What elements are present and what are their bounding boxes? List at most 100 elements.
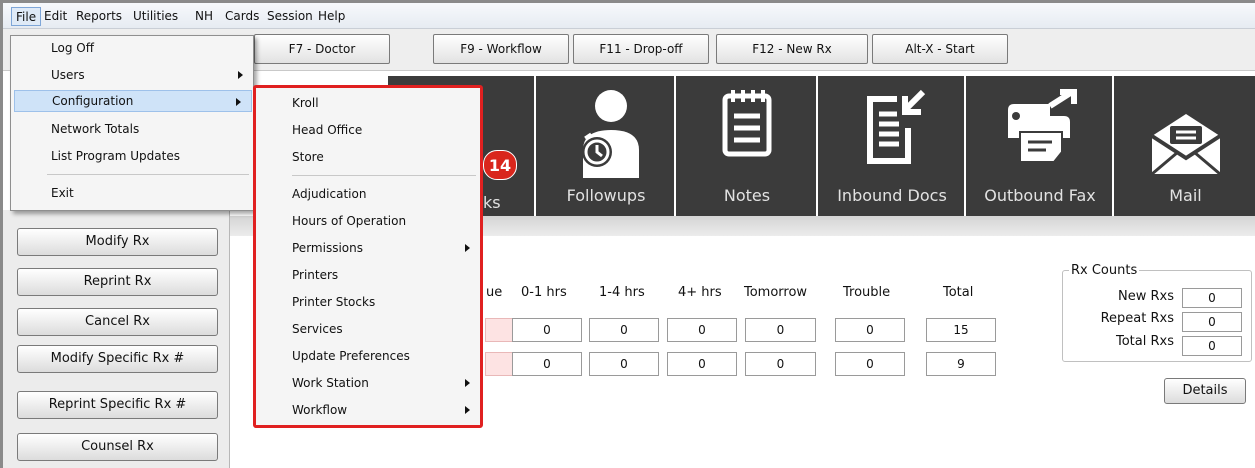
repeat-rxs-value: 0 [1182,312,1242,332]
repeat-rxs-label: Repeat Rxs [1100,311,1174,326]
cancel-rx-button[interactable]: Cancel Rx [17,308,218,336]
config-hours-of-operation[interactable]: Hours of Operation [256,210,480,232]
config-update-preferences[interactable]: Update Preferences [256,345,480,367]
new-rxs-label: New Rxs [1118,289,1174,304]
col-header-trouble: Trouble [843,285,891,300]
tile-notes-label: Notes [723,186,771,205]
stat-cell: 0 [589,352,659,376]
tile-inbound-docs-label: Inbound Docs [837,186,947,205]
tile-notes[interactable]: Notes [678,76,818,216]
config-printers[interactable]: Printers [256,264,480,286]
col-header-4-plus-hrs: 4+ hrs [678,285,722,300]
menu-separator [292,175,476,176]
fax-icon [1000,88,1080,171]
reprint-specific-rx-button[interactable]: Reprint Specific Rx # [17,391,218,419]
config-work-station[interactable]: Work Station [256,372,480,394]
menu-reports[interactable]: Reports [76,9,122,23]
tile-outbound-fax-label: Outbound Fax [984,186,1096,205]
tile-followups-label: Followups [566,186,646,205]
file-menu-network-totals[interactable]: Network Totals [11,118,253,140]
menu-file[interactable]: File [11,7,42,26]
submenu-arrow-icon [465,406,470,414]
work-station-label: Work Station [292,376,369,390]
config-workflow[interactable]: Workflow [256,399,480,421]
workflow-button[interactable]: F9 - Workflow [433,34,569,64]
stat-cell-total: 9 [926,352,996,376]
file-menu-users[interactable]: Users [11,64,253,86]
mail-icon [1148,112,1224,179]
menu-help[interactable]: Help [318,9,345,23]
menu-separator [47,174,249,175]
stat-cell: 0 [667,318,737,342]
submenu-arrow-icon [465,244,470,252]
exit-label: Exit [51,186,74,200]
menu-edit[interactable]: Edit [44,9,67,23]
users-label: Users [51,68,85,82]
file-menu-dropdown: Log Off Users Configuration Network Tota… [10,35,254,211]
list-program-updates-label: List Program Updates [51,149,180,163]
stat-cell: 0 [745,318,816,342]
printers-label: Printers [292,268,339,282]
kroll-label: Kroll [292,96,319,110]
config-kroll[interactable]: Kroll [256,92,480,114]
printer-stocks-label: Printer Stocks [292,295,376,309]
workflow-label: Workflow [292,403,348,417]
modify-rx-button[interactable]: Modify Rx [17,228,218,256]
start-button[interactable]: Alt-X - Start [872,34,1008,64]
services-label: Services [292,322,343,336]
stat-cell [485,352,513,376]
config-store[interactable]: Store [256,146,480,168]
stat-cell: 0 [512,352,582,376]
total-rxs-value: 0 [1182,336,1242,356]
permissions-label: Permissions [292,241,363,255]
stat-cell: 0 [835,318,905,342]
stat-cell: 0 [589,318,659,342]
stat-cell: 0 [835,352,905,376]
modify-specific-rx-button[interactable]: Modify Specific Rx # [17,345,218,373]
stat-cell: 0 [745,352,816,376]
head-office-label: Head Office [292,123,363,137]
notepad-icon [717,88,777,171]
menu-bar: File Edit Reports Utilities NH Cards Ses… [3,3,1255,29]
new-rx-button[interactable]: F12 - New Rx [716,34,868,64]
config-permissions[interactable]: Permissions [256,237,480,259]
hours-of-operation-label: Hours of Operation [292,214,407,228]
reprint-rx-button[interactable]: Reprint Rx [17,268,218,296]
rx-counts-title: Rx Counts [1069,263,1140,278]
update-preferences-label: Update Preferences [292,349,410,363]
doctor-button[interactable]: F7 - Doctor [254,34,390,64]
tile-followups[interactable]: Followups [538,76,676,216]
menu-nh[interactable]: NH [195,9,213,23]
col-header-1-4-hrs: 1-4 hrs [599,285,645,300]
log-off-label: Log Off [51,41,94,55]
configuration-submenu: Kroll Head Office Store Adjudication Hou… [253,85,483,428]
drop-off-button[interactable]: F11 - Drop-off [573,34,709,64]
tile-outbound-fax[interactable]: Outbound Fax [968,76,1114,216]
submenu-arrow-icon [236,98,241,106]
new-rxs-value: 0 [1182,288,1242,308]
col-header-total: Total [943,285,974,300]
person-clock-icon [571,88,641,181]
counsel-rx-button[interactable]: Counsel Rx [17,433,218,461]
config-adjudication[interactable]: Adjudication [256,183,480,205]
adjudication-label: Adjudication [292,187,367,201]
details-button[interactable]: Details [1164,378,1246,404]
config-printer-stocks[interactable]: Printer Stocks [256,291,480,313]
tile-mail[interactable]: Mail [1116,76,1255,216]
col-header-0-1-hrs: 0-1 hrs [521,285,567,300]
file-menu-exit[interactable]: Exit [11,182,253,204]
config-services[interactable]: Services [256,318,480,340]
file-menu-configuration[interactable]: Configuration [14,90,252,112]
file-menu-log-off[interactable]: Log Off [11,37,253,59]
configuration-label: Configuration [52,94,134,108]
menu-cards[interactable]: Cards [225,9,259,23]
menu-utilities[interactable]: Utilities [133,9,178,23]
tile-partial-label: ks [483,193,501,212]
menu-session[interactable]: Session [267,9,313,23]
network-totals-label: Network Totals [51,122,140,136]
config-head-office[interactable]: Head Office [256,119,480,141]
file-menu-list-program-updates[interactable]: List Program Updates [11,145,253,167]
col-header-tomorrow: Tomorrow [744,285,808,300]
total-rxs-label: Total Rxs [1116,334,1174,349]
tile-inbound-docs[interactable]: Inbound Docs [820,76,966,216]
